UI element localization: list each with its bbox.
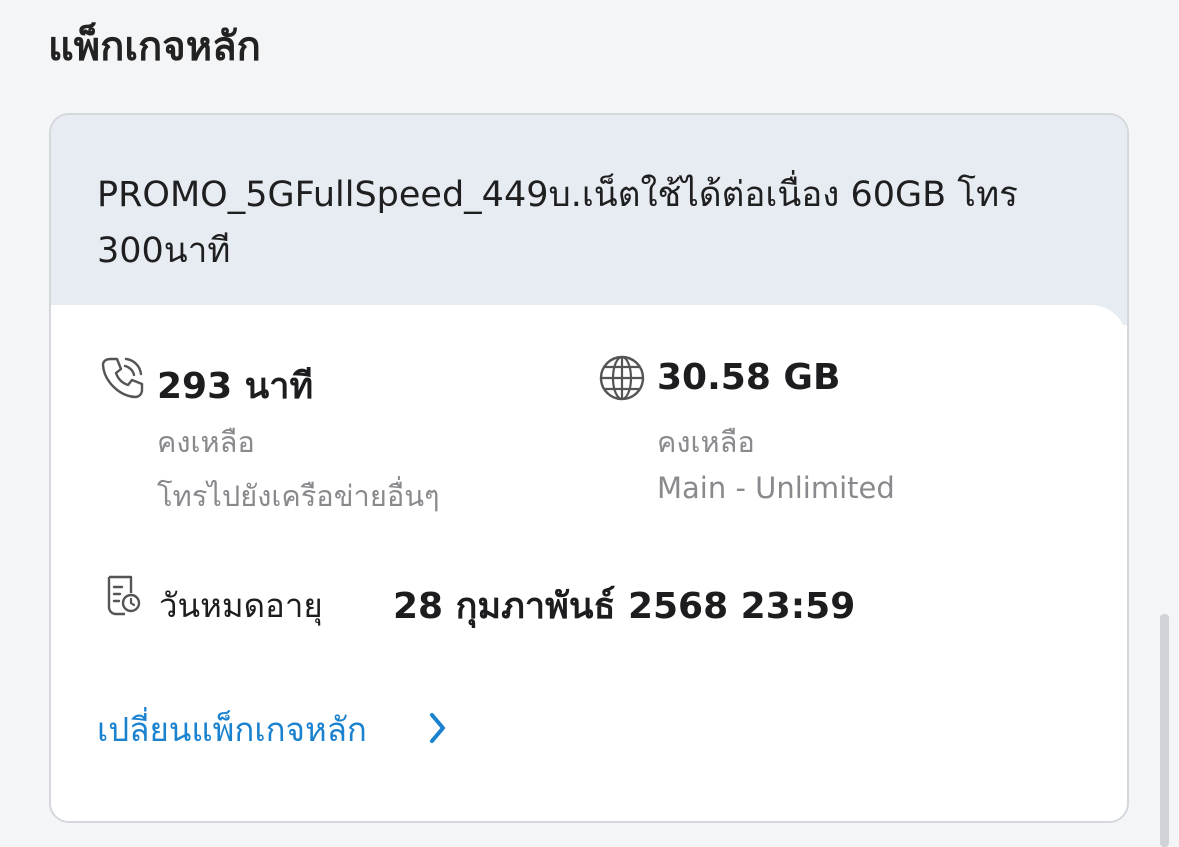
data-balance: 30.58 GB คงเหลือ Main - Unlimited [597, 353, 1077, 523]
chevron-right-icon[interactable] [427, 711, 449, 745]
voice-balance: 293 นาที คงเหลือ โทรไปยังเครือข่ายอื่นๆ [97, 353, 557, 523]
package-header: PROMO_5GFullSpeed_449บ.เน็ตใช้ได้ต่อเนื่… [51, 115, 1127, 325]
section-title: แพ็กเกจหลัก [48, 24, 261, 70]
package-name: PROMO_5GFullSpeed_449บ.เน็ตใช้ได้ต่อเนื่… [97, 175, 1018, 271]
voice-description: โทรไปยังเครือข่ายอื่นๆ [157, 479, 440, 513]
package-details: 293 นาที คงเหลือ โทรไปยังเครือข่ายอื่นๆ … [51, 305, 1127, 821]
change-package-link[interactable]: เปลี่ยนแพ็กเกจหลัก [97, 703, 367, 756]
expiry-label: วันหมดอายุ [159, 586, 323, 625]
page-scrollbar[interactable] [1160, 614, 1169, 847]
data-description: Main - Unlimited [657, 471, 895, 505]
document-clock-icon [107, 575, 141, 616]
voice-minutes-value: 293 นาที [157, 366, 314, 407]
data-balance-value: 30.58 GB [657, 357, 841, 398]
voice-remaining-label: คงเหลือ [157, 425, 255, 459]
expiry-date: 28 กุมภาพันธ์ 2568 23:59 [393, 586, 856, 627]
phone-icon [101, 357, 144, 399]
globe-icon [599, 355, 645, 401]
main-package-card: PROMO_5GFullSpeed_449บ.เน็ตใช้ได้ต่อเนื่… [49, 113, 1129, 823]
data-remaining-label: คงเหลือ [657, 425, 755, 459]
